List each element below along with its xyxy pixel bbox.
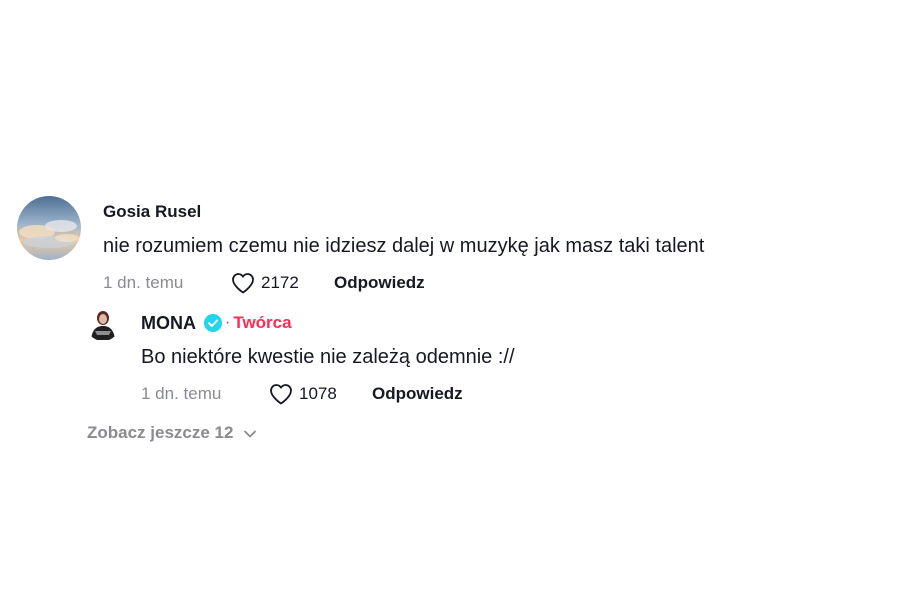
reply-meta: 1 dn. temu 1078 Odpowiedz <box>141 382 515 406</box>
avatar[interactable] <box>17 196 81 260</box>
like-count: 1078 <box>299 384 337 403</box>
avatar-image <box>17 196 81 260</box>
like-button[interactable]: 2172 <box>231 272 334 294</box>
chevron-down-icon <box>244 430 257 438</box>
like-count: 2172 <box>261 273 299 292</box>
comment-text: nie rozumiem czemu nie idziesz dalej w m… <box>103 235 705 257</box>
view-more-label: Zobacz jeszcze 12 <box>87 423 234 442</box>
verified-badge-icon <box>204 314 222 332</box>
like-button[interactable]: 1078 <box>269 383 372 405</box>
reply-text: Bo niektóre kwestie nie zależą odemnie :… <box>141 346 515 368</box>
avatar-image <box>86 307 120 341</box>
reply-button[interactable]: Odpowiedz <box>334 273 425 293</box>
reply-username[interactable]: MONA <box>141 312 196 334</box>
comment-body: Gosia Rusel nie rozumiem czemu nie idzie… <box>103 201 704 295</box>
separator-dot: · <box>225 314 231 331</box>
comment-timestamp: 1 dn. temu <box>103 273 184 292</box>
comment-meta: 1 dn. temu 2172 Odpowiedz <box>103 271 704 295</box>
reply-body: MONA · Twórca Bo niektóre kwestie nie za… <box>141 312 515 406</box>
avatar[interactable] <box>86 307 120 341</box>
reply-timestamp: 1 dn. temu <box>141 384 222 403</box>
heart-outline-icon <box>270 384 292 405</box>
heart-outline-icon <box>232 273 254 294</box>
reply-button[interactable]: Odpowiedz <box>372 384 463 404</box>
comment-username[interactable]: Gosia Rusel <box>103 201 201 223</box>
view-more-replies-button[interactable]: Zobacz jeszcze 12 <box>87 423 257 443</box>
creator-badge: Twórca <box>233 313 292 332</box>
